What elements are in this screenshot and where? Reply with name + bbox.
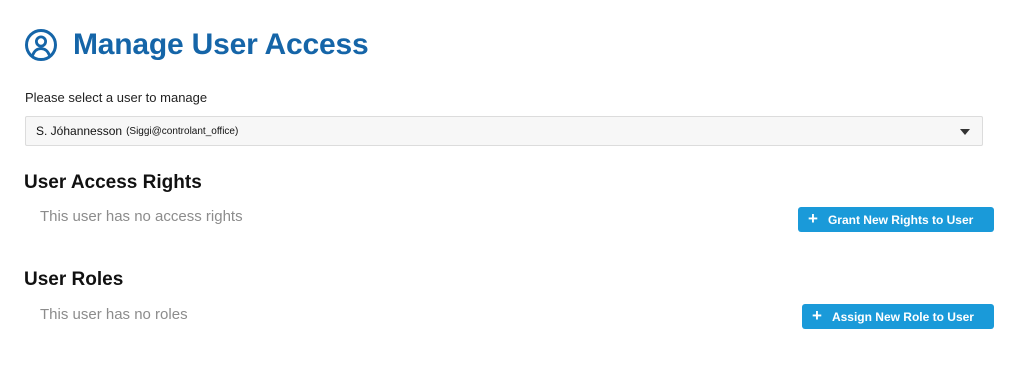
- user-circle-icon: [24, 28, 58, 62]
- selected-user-name: S. Jóhannesson: [36, 124, 123, 138]
- user-select-dropdown[interactable]: S. Jóhannesson (Siggi@controlant_office): [25, 116, 983, 146]
- page-title: Manage User Access: [73, 28, 369, 61]
- user-roles-empty-text: This user has no roles: [40, 306, 188, 323]
- user-roles-heading: User Roles: [24, 269, 124, 290]
- selected-user-login: (Siggi@controlant_office): [126, 125, 239, 137]
- access-rights-empty-text: This user has no access rights: [40, 208, 243, 225]
- grant-new-rights-label: Grant New Rights to User: [827, 212, 974, 227]
- grant-new-rights-button[interactable]: + Grant New Rights to User: [798, 207, 994, 232]
- caret-down-icon: [960, 129, 970, 135]
- assign-new-role-button[interactable]: + Assign New Role to User: [802, 304, 994, 329]
- manage-user-access-page: Manage User Access Please select a user …: [0, 0, 1035, 377]
- plus-icon: +: [808, 209, 818, 228]
- plus-icon: +: [812, 306, 822, 325]
- access-rights-heading: User Access Rights: [24, 172, 202, 193]
- page-header: Manage User Access: [24, 25, 369, 65]
- assign-new-role-label: Assign New Role to User: [831, 309, 974, 324]
- user-select-label: Please select a user to manage: [25, 90, 208, 105]
